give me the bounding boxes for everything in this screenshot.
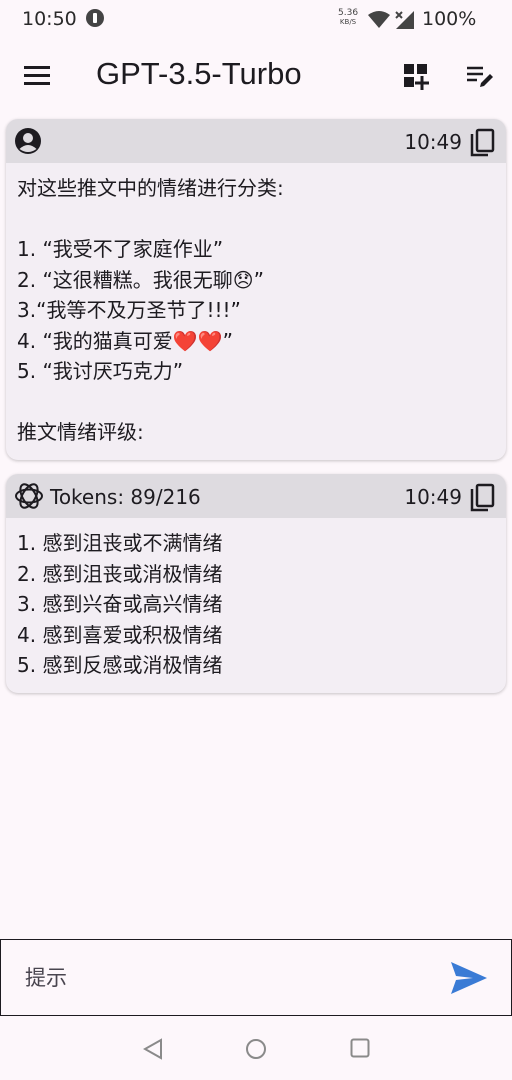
edit-list-icon[interactable] [466,65,494,89]
app-bar: GPT-3.5-Turbo [0,38,512,116]
battery-level: 100% [422,8,477,30]
message-time: 10:49 [404,130,462,154]
menu-icon[interactable] [24,66,50,86]
user-avatar-icon [15,128,41,154]
send-icon[interactable] [449,960,489,996]
nav-home-icon[interactable] [245,1038,267,1060]
network-speed-unit: KB/S [339,18,357,26]
network-speed-value: 5.36 [338,8,359,18]
page-title: GPT-3.5-Turbo [96,56,302,91]
message-text: 对这些推文中的情绪进行分类: 1. “我受不了家庭作业” 2. “这很糟糕。我很… [17,176,284,444]
nav-recents-icon[interactable] [350,1038,370,1058]
wifi-icon [368,11,390,28]
prompt-input[interactable] [23,958,427,998]
gpt-logo-icon [15,483,43,509]
copy-icon[interactable] [470,483,496,513]
nav-back-icon[interactable] [143,1038,163,1060]
assistant-message-card: Tokens: 89/216 10:49 1. 感到沮丧或不满情绪 2. 感到沮… [6,474,506,693]
add-widget-icon[interactable] [403,63,431,91]
status-time: 10:50 [22,8,77,30]
message-header: Tokens: 89/216 10:49 [6,474,506,518]
user-message-card: 10:49 对这些推文中的情绪进行分类: 1. “我受不了家庭作业” 2. “这… [6,119,506,460]
signal-icon [395,11,414,29]
system-nav-bar [0,1016,512,1080]
copy-icon[interactable] [470,128,496,158]
status-bar: 10:50 5.36 KB/S 100% [0,0,512,38]
message-header: 10:49 [6,119,506,163]
token-count: Tokens: 89/216 [50,485,201,509]
message-time: 10:49 [404,485,462,509]
network-speed: 5.36 KB/S [338,8,358,26]
dnd-icon [86,9,104,27]
message-text: 1. 感到沮丧或不满情绪 2. 感到沮丧或消极情绪 3. 感到兴奋或高兴情绪 4… [17,531,223,677]
prompt-bar [0,939,512,1016]
